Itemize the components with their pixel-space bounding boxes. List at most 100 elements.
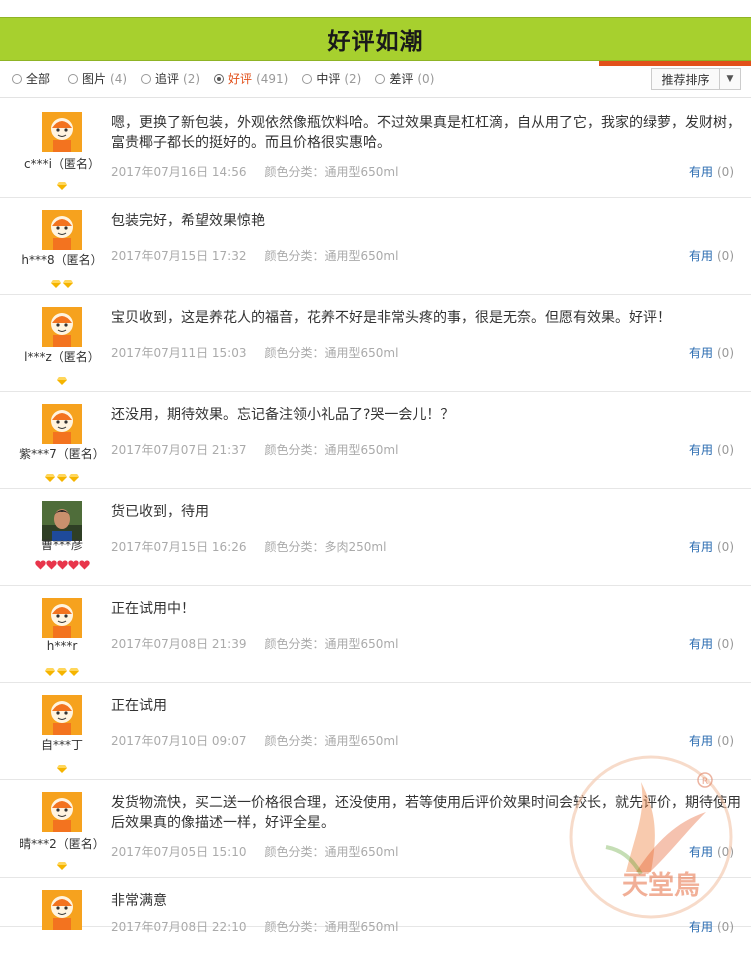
review-date: 2017年07月16日 14:56 <box>111 165 247 179</box>
diamond-icon <box>57 182 67 190</box>
review-text: 包装完好，希望效果惊艳 <box>111 213 265 229</box>
filter-all[interactable]: 全部 <box>12 70 54 87</box>
banner-title: 好评如潮 <box>327 29 424 55</box>
reviewer-level-badge <box>0 467 124 482</box>
diamond-icon <box>57 765 67 773</box>
review-sku: 颜色分类：通用型650ml <box>264 734 399 748</box>
useful-button[interactable]: 有用 (0) <box>689 538 734 555</box>
reviewer-level-badge <box>0 661 124 676</box>
avatar[interactable] <box>42 890 82 930</box>
useful-button[interactable]: 有用 (0) <box>689 732 734 749</box>
radio-negative[interactable] <box>375 73 386 84</box>
heart-icon <box>67 560 79 570</box>
review-meta: 2017年07月16日 14:56 颜色分类：通用型650ml <box>111 163 398 180</box>
useful-button[interactable]: 有用 (0) <box>689 635 734 652</box>
filter-images[interactable]: 图片 (4) <box>68 70 127 87</box>
review-date: 2017年07月11日 15:03 <box>111 346 247 360</box>
useful-count: (0) <box>717 920 734 934</box>
avatar[interactable] <box>42 598 82 638</box>
reviewer-name: h***r <box>46 639 78 653</box>
filter-followup[interactable]: 追评 (2) <box>141 70 200 87</box>
heart-icon <box>45 560 57 570</box>
reviewer-name: 晴***2（匿名） <box>19 837 105 851</box>
review-meta: 2017年07月10日 09:07 颜色分类：通用型650ml <box>111 732 398 749</box>
useful-label: 有用 <box>688 540 713 554</box>
avatar[interactable] <box>42 501 82 541</box>
review-text: 货已收到，待用 <box>111 504 209 520</box>
useful-button[interactable]: 有用 (0) <box>689 344 734 361</box>
useful-label: 有用 <box>688 845 713 859</box>
avatar[interactable] <box>42 404 82 444</box>
reviewer-level-badge <box>0 758 124 773</box>
review-item: h***8（匿名） 包装完好，希望效果惊艳 2017年07月15日 17:32 颜色分… <box>0 198 751 295</box>
useful-count: (0) <box>717 346 734 360</box>
reviewer-name: l***z（匿名） <box>24 350 100 364</box>
useful-label: 有用 <box>688 637 713 651</box>
review-date: 2017年07月10日 09:07 <box>111 734 247 748</box>
review-meta: 2017年07月07日 21:37 颜色分类：通用型650ml <box>111 441 398 458</box>
diamond-icon <box>69 474 79 482</box>
reviewer-level-badge <box>0 370 124 385</box>
review-sku: 颜色分类：通用型650ml <box>264 920 399 934</box>
review-text: 非常满意 <box>111 893 167 909</box>
reviewer-name: h***8（匿名） <box>21 253 103 267</box>
review-meta: 2017年07月15日 16:26 颜色分类：多肉250ml <box>111 538 386 555</box>
useful-count: (0) <box>717 734 734 748</box>
useful-button[interactable]: 有用 (0) <box>689 247 734 264</box>
filter-positive[interactable]: 好评 (491) <box>214 70 288 87</box>
radio-followup[interactable] <box>141 73 152 84</box>
useful-button[interactable]: 有用 (0) <box>689 843 734 860</box>
useful-count: (0) <box>717 443 734 457</box>
useful-button[interactable]: 有用 (0) <box>689 441 734 458</box>
review-date: 2017年07月15日 16:26 <box>111 540 247 554</box>
review-text: 正在试用 <box>111 698 167 714</box>
rating-filters: 全部 图片 (4) 追评 (2) 好评 (491) 中评 (2) 差评 (0) <box>12 70 448 87</box>
review-item: 紫***7（匿名） 还没用，期待效果。忘记备注领小礼品了?哭一会儿！？ 2017年0… <box>0 392 751 489</box>
sort-dropdown[interactable]: 推荐排序 ▼ <box>651 68 741 90</box>
review-date: 2017年07月08日 22:10 <box>111 920 247 934</box>
avatar[interactable] <box>42 112 82 152</box>
diamond-icon <box>69 668 79 676</box>
review-meta: 2017年07月15日 17:32 颜色分类：通用型650ml <box>111 247 398 264</box>
radio-all[interactable] <box>12 73 22 84</box>
review-item: 晴***2（匿名） 发货物流快，买二送一价格很合理，还没使用，若等使用后评价效果时… <box>0 780 751 878</box>
radio-positive[interactable] <box>214 73 225 84</box>
diamond-icon <box>45 668 55 676</box>
chevron-down-icon[interactable]: ▼ <box>719 69 740 89</box>
review-sku: 颜色分类：通用型650ml <box>264 637 399 651</box>
diamond-icon <box>57 668 67 676</box>
diamond-icon <box>63 280 73 288</box>
review-meta: 2017年07月08日 21:39 颜色分类：通用型650ml <box>111 635 398 652</box>
useful-label: 有用 <box>688 443 713 457</box>
avatar[interactable] <box>42 695 82 735</box>
review-sku: 颜色分类：多肉250ml <box>264 540 387 554</box>
reviewer-name: 自***丁 <box>40 738 83 752</box>
filter-neutral[interactable]: 中评 (2) <box>302 70 361 87</box>
useful-button[interactable]: 有用 (0) <box>689 163 734 180</box>
diamond-icon <box>51 280 61 288</box>
reviewer-name: 紫***7（匿名） <box>19 447 105 461</box>
review-sku: 颜色分类：通用型650ml <box>264 249 399 263</box>
review-item: l***z（匿名） 宝贝收到，这是养花人的福音，花养不好是非常头疼的事，很是无奈。… <box>0 295 751 392</box>
reviewer-level-badge <box>0 953 124 965</box>
review-item: 非常满意 2017年07月08日 22:10 颜色分类：通用型650ml 有用 (0) <box>0 878 751 934</box>
useful-count: (0) <box>717 249 734 263</box>
avatar[interactable] <box>42 792 82 832</box>
reviewer-level-badge <box>0 273 124 288</box>
review-item: 自***丁 正在试用 2017年07月10日 09:07 颜色分类：通用型650ml 有… <box>0 683 751 780</box>
accent-strip <box>599 61 751 66</box>
reviewer-name: c***i（匿名） <box>24 157 100 171</box>
review-sku: 颜色分类：通用型650ml <box>264 443 399 457</box>
diamond-icon <box>57 377 67 385</box>
review-sku: 颜色分类：通用型650ml <box>264 165 399 179</box>
radio-images[interactable] <box>68 73 79 84</box>
avatar[interactable] <box>42 210 82 250</box>
filter-negative[interactable]: 差评 (0) <box>375 70 434 87</box>
radio-neutral[interactable] <box>302 73 313 84</box>
review-item: c***i（匿名） 嗯，更换了新包装，外观依然像瓶饮料哈。不过效果真是杠杠滴，自从… <box>0 100 751 198</box>
useful-count: (0) <box>717 540 734 554</box>
avatar[interactable] <box>42 307 82 347</box>
heart-icon <box>78 560 90 570</box>
reviewer-name: 曹***彦 <box>40 538 83 552</box>
useful-count: (0) <box>717 637 734 651</box>
